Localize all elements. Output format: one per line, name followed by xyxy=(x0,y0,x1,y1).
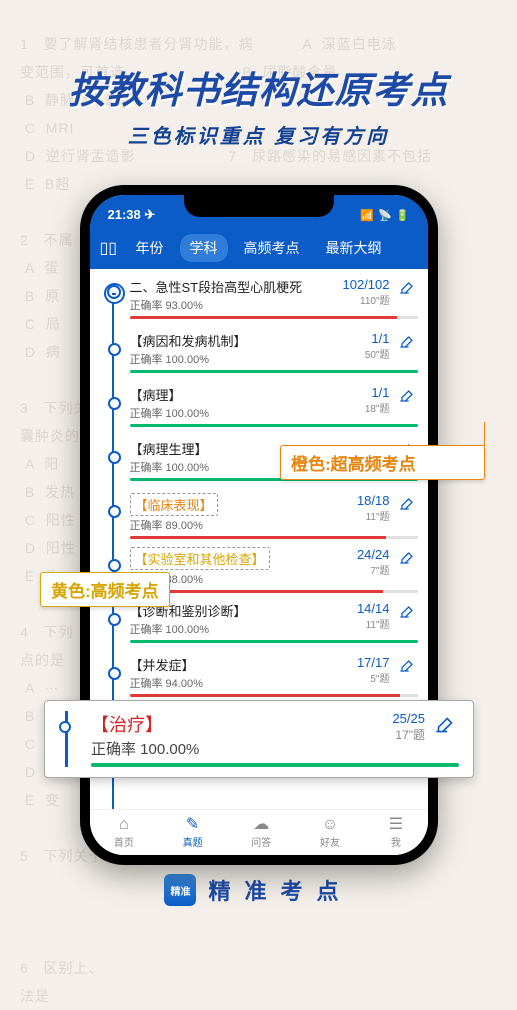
item-sub: 5"题 xyxy=(357,670,390,685)
item-fraction: 102/102 xyxy=(343,277,390,292)
list-item[interactable]: 【诊断和鉴别诊断】正确率 100.00%14/1411"题 xyxy=(102,601,418,653)
item-sub: 11"题 xyxy=(357,508,390,523)
callout-orange: 橙色:超高频考点 xyxy=(280,445,485,480)
banner-title: 按教科书结构还原考点 xyxy=(0,60,517,114)
edit-icon[interactable] xyxy=(396,547,418,569)
nav-我[interactable]: ☰我 xyxy=(389,817,403,849)
item-progress xyxy=(130,316,418,319)
collapse-icon[interactable] xyxy=(107,285,121,299)
edit-icon[interactable] xyxy=(396,331,418,353)
item-progress xyxy=(130,640,418,643)
nav-首页[interactable]: ⌂首页 xyxy=(114,817,134,849)
popout-rate: 正确率 100.00% xyxy=(91,738,199,759)
item-rate: 正确率 100.00% xyxy=(130,351,247,367)
item-progress xyxy=(130,370,418,373)
edit-icon[interactable] xyxy=(396,385,418,407)
item-sub: 11"题 xyxy=(357,616,390,631)
edit-icon[interactable] xyxy=(396,493,418,515)
callout-yellow: 黄色:高频考点 xyxy=(40,572,170,607)
nav-icon: ✎ xyxy=(186,817,199,833)
nav-真题[interactable]: ✎真题 xyxy=(183,817,203,849)
item-title: 【病因和发病机制】 xyxy=(130,331,247,350)
item-title: 二、急性ST段抬高型心肌梗死 xyxy=(130,277,303,296)
item-fraction: 1/1 xyxy=(365,385,390,400)
tab-最新大纲[interactable]: 最新大纲 xyxy=(316,234,392,262)
item-title: 【实验室和其他检查】 xyxy=(130,547,270,570)
tab-高频考点[interactable]: 高频考点 xyxy=(234,234,310,262)
footer: 精准 精准考点 xyxy=(0,874,517,906)
popout-card[interactable]: 【治疗】 正确率 100.00% 25/25 17"题 xyxy=(44,700,474,778)
edit-icon[interactable] xyxy=(396,277,418,299)
wifi-icon: 📡 xyxy=(378,209,392,222)
bottom-nav: ⌂首页 ✎真题 ☁问答 ☺好友 ☰我 xyxy=(90,809,428,855)
item-sub: 110"题 xyxy=(343,292,390,307)
item-progress xyxy=(130,536,418,539)
item-rate: 正确率 100.00% xyxy=(130,459,209,475)
top-tabs: ▯▯ 年份学科高频考点最新大纲 xyxy=(90,227,428,269)
battery-icon: 🔋 xyxy=(396,209,410,222)
nav-label: 我 xyxy=(391,834,401,849)
tab-年份[interactable]: 年份 xyxy=(126,234,174,262)
item-fraction: 18/18 xyxy=(357,493,390,508)
popout-line xyxy=(65,711,68,767)
item-fraction: 14/14 xyxy=(357,601,390,616)
popout-progress xyxy=(91,763,459,767)
nav-label: 首页 xyxy=(114,834,134,849)
nav-label: 真题 xyxy=(183,834,203,849)
list-item[interactable]: 【临床表现】正确率 89.00% 18/1811"题 xyxy=(102,493,418,545)
status-time: 21:38 ✈ xyxy=(108,207,156,223)
nav-问答[interactable]: ☁问答 xyxy=(251,817,271,849)
popout-dot xyxy=(59,721,71,733)
item-sub: 7"题 xyxy=(357,562,390,577)
item-sub: 50"题 xyxy=(365,346,390,361)
banner-subtitle: 三色标识重点 复习有方向 xyxy=(0,120,517,149)
item-title: 【病理生理】 xyxy=(130,439,209,458)
book-icon[interactable]: ▯▯ xyxy=(100,238,120,258)
list-item[interactable]: 二、急性ST段抬高型心肌梗死正确率 93.00% 102/102110"题 xyxy=(102,277,418,329)
banner: 按教科书结构还原考点 三色标识重点 复习有方向 xyxy=(0,0,517,149)
item-title: 【病理】 xyxy=(130,385,209,404)
list-item[interactable]: 【病因和发病机制】正确率 100.00% 1/150"题 xyxy=(102,331,418,383)
nav-icon: ☰ xyxy=(389,817,403,833)
nav-icon: ☁ xyxy=(253,817,269,833)
tab-学科[interactable]: 学科 xyxy=(180,234,228,262)
item-fraction: 24/24 xyxy=(357,547,390,562)
item-progress xyxy=(130,424,418,427)
item-fraction: 17/17 xyxy=(357,655,390,670)
popout-title: 【治疗】 xyxy=(91,711,199,737)
nav-icon: ☺ xyxy=(322,817,338,833)
item-rate: 正确率 93.00% xyxy=(130,297,303,313)
nav-好友[interactable]: ☺好友 xyxy=(320,817,340,849)
item-progress xyxy=(130,694,418,697)
item-rate: 正确率 100.00% xyxy=(130,405,209,421)
item-title: 【并发症】 xyxy=(130,655,203,674)
popout-fraction: 25/25 xyxy=(392,711,425,726)
item-sub: 18"题 xyxy=(365,400,390,415)
signal-icon: 📶 xyxy=(360,209,374,222)
item-fraction: 1/1 xyxy=(365,331,390,346)
status-icons: 📶 📡 🔋 xyxy=(360,209,409,222)
edit-icon[interactable] xyxy=(431,711,459,739)
app-icon: 精准 xyxy=(164,874,196,906)
edit-icon[interactable] xyxy=(396,601,418,623)
item-progress xyxy=(130,590,418,593)
item-rate: 正确率 94.00% xyxy=(130,675,203,691)
nav-icon: ⌂ xyxy=(119,817,129,833)
item-rate: 正确率 100.00% xyxy=(130,621,247,637)
nav-label: 问答 xyxy=(251,834,271,849)
popout-sub: 17"题 xyxy=(392,726,425,743)
footer-title: 精准考点 xyxy=(208,874,352,906)
phone-notch xyxy=(184,195,334,217)
edit-icon[interactable] xyxy=(396,655,418,677)
list-item[interactable]: 【病理】正确率 100.00% 1/118"题 xyxy=(102,385,418,437)
nav-label: 好友 xyxy=(320,834,340,849)
item-title: 【临床表现】 xyxy=(130,493,218,516)
item-rate: 正确率 89.00% xyxy=(130,517,218,533)
